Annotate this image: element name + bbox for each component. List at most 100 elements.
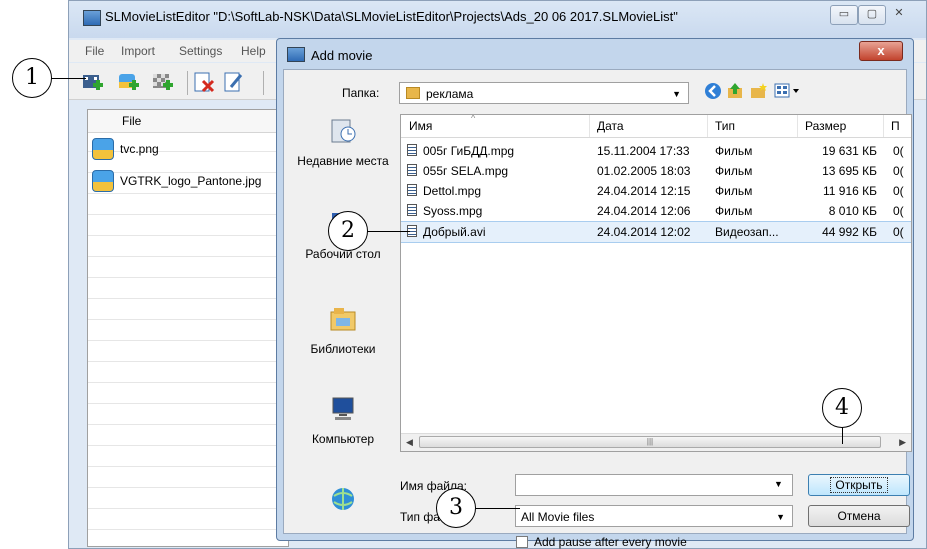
list-item-label: tvc.png — [120, 142, 159, 156]
file-size: 8 010 КБ — [828, 204, 877, 218]
file-list-header: File — [88, 110, 288, 133]
add-movie-icon[interactable] — [81, 71, 103, 93]
filetype-value: All Movie files — [521, 510, 595, 524]
file-date: 24.04.2014 12:15 — [597, 184, 691, 198]
place-label: Компьютер — [311, 432, 375, 446]
file-row[interactable]: Dettol.mpg 24.04.2014 12:15 Фильм 11 916… — [401, 181, 911, 201]
cancel-button[interactable]: Отмена — [808, 505, 910, 527]
list-item[interactable]: tvc.png — [88, 136, 288, 162]
view-menu-icon[interactable] — [774, 82, 802, 100]
file-date: 24.04.2014 12:02 — [597, 225, 691, 239]
add-pause-label: Add pause after every movie — [534, 535, 687, 549]
filename-input[interactable] — [515, 474, 793, 496]
add-pause-icon[interactable] — [151, 71, 173, 93]
filetype-select[interactable]: All Movie files ▼ — [515, 505, 793, 527]
movie-file-icon — [407, 164, 417, 176]
place-libraries[interactable]: Библиотеки — [294, 304, 392, 374]
column-separator[interactable] — [797, 115, 798, 137]
folder-select[interactable]: реклама ▼ — [399, 82, 689, 104]
scroll-left-icon[interactable]: ◀ — [406, 437, 413, 448]
chevron-down-icon: ▼ — [776, 512, 785, 522]
column-extra[interactable]: П — [891, 119, 900, 133]
dialog-title: Add movie — [311, 48, 373, 63]
movie-file-icon — [407, 144, 417, 156]
file-name: Dettol.mpg — [423, 184, 482, 198]
column-separator[interactable] — [883, 115, 884, 137]
open-button-label: Открыть — [830, 477, 888, 493]
column-type[interactable]: Тип — [715, 119, 735, 133]
computer-icon — [332, 397, 354, 420]
horizontal-scrollbar[interactable]: ◀ ||| ▶ — [401, 433, 911, 451]
file-type: Видеозап... — [715, 225, 779, 239]
place-network[interactable] — [294, 484, 392, 524]
callout-leader — [476, 508, 520, 509]
folder-icon — [406, 87, 420, 99]
file-size: 11 916 КБ — [822, 184, 877, 198]
place-label: Недавние места — [297, 154, 389, 168]
list-item-label: VGTRK_logo_Pantone.jpg — [120, 174, 262, 188]
file-size: 44 992 КБ — [822, 225, 877, 239]
network-icon — [332, 488, 354, 510]
app-icon — [83, 10, 101, 26]
scroll-right-icon[interactable]: ▶ — [899, 437, 906, 448]
callout-4: 4 — [822, 388, 862, 428]
list-item[interactable]: VGTRK_logo_Pantone.jpg — [88, 168, 288, 194]
file-row[interactable]: 055г SELA.mpg 01.02.2005 18:03 Фильм 13 … — [401, 161, 911, 181]
file-extra: 0( — [893, 184, 904, 198]
folder-label: Папка: — [342, 86, 380, 100]
open-button[interactable]: Открыть — [808, 474, 910, 496]
file-date: 01.02.2005 18:03 — [597, 164, 691, 178]
sort-arrow-icon: ^ — [471, 114, 476, 123]
callout-leader — [366, 231, 410, 232]
dialog-titlebar: Add movie x — [277, 39, 913, 67]
dialog-app-icon — [287, 47, 305, 62]
files-view-header: Имя ^ Дата Тип Размер П — [401, 115, 911, 138]
maximize-button[interactable]: ▢ — [858, 5, 886, 25]
file-row-selected[interactable]: Добрый.avi 24.04.2014 12:02 Видеозап... … — [401, 221, 911, 243]
scrollbar-thumb[interactable]: ||| — [419, 436, 881, 448]
close-button[interactable]: ✕ — [886, 5, 912, 23]
column-date[interactable]: Дата — [597, 119, 624, 133]
up-folder-icon[interactable] — [726, 82, 744, 100]
menu-import[interactable]: Import — [121, 44, 155, 58]
file-name: 055г SELA.mpg — [423, 164, 509, 178]
back-icon[interactable] — [704, 82, 722, 100]
movie-file-icon — [407, 204, 417, 216]
libraries-icon — [330, 308, 356, 331]
add-movie-dialog: Add movie x Папка: реклама ▼ Недавние ме… — [276, 38, 914, 549]
new-folder-icon[interactable] — [750, 82, 768, 100]
minimize-button[interactable]: ▭ — [830, 5, 858, 25]
dialog-close-button[interactable]: x — [859, 41, 903, 61]
place-computer[interactable]: Компьютер — [294, 394, 392, 464]
folder-value: реклама — [426, 87, 474, 101]
add-pause-checkbox[interactable] — [516, 536, 528, 548]
file-row[interactable]: 005г ГиБДД.mpg 15.11.2004 17:33 Фильм 19… — [401, 141, 911, 161]
column-separator[interactable] — [707, 115, 708, 137]
add-image-icon[interactable] — [117, 71, 139, 93]
file-size: 13 695 КБ — [822, 164, 877, 178]
menu-file[interactable]: File — [85, 44, 104, 58]
dialog-body: Папка: реклама ▼ Недавние места Рабочий — [283, 69, 912, 549]
column-name[interactable]: Имя — [409, 119, 432, 133]
delete-icon[interactable] — [193, 71, 215, 93]
column-separator[interactable] — [589, 115, 590, 137]
edit-icon[interactable] — [223, 71, 245, 93]
file-row[interactable]: Syoss.mpg 24.04.2014 12:06 Фильм 8 010 К… — [401, 201, 911, 221]
movie-file-list[interactable]: File tvc.png VGTRK_logo_Pantone.jpg — [87, 109, 289, 547]
place-recent[interactable]: Недавние места — [294, 114, 392, 194]
file-extra: 0( — [893, 164, 904, 178]
menu-help[interactable]: Help — [241, 44, 266, 58]
movie-file-icon — [407, 184, 417, 196]
image-file-icon — [92, 138, 114, 160]
file-type: Фильм — [715, 144, 753, 158]
column-size[interactable]: Размер — [805, 119, 846, 133]
file-size: 19 631 КБ — [822, 144, 877, 158]
file-date: 24.04.2014 12:06 — [597, 204, 691, 218]
file-column-header[interactable]: File — [122, 114, 141, 128]
file-date: 15.11.2004 17:33 — [597, 144, 690, 158]
toolbar-separator — [263, 71, 264, 95]
chevron-down-icon[interactable]: ▼ — [774, 479, 783, 489]
chevron-down-icon: ▼ — [672, 89, 681, 99]
menu-settings[interactable]: Settings — [179, 44, 222, 58]
callout-1: 1 — [12, 58, 52, 98]
